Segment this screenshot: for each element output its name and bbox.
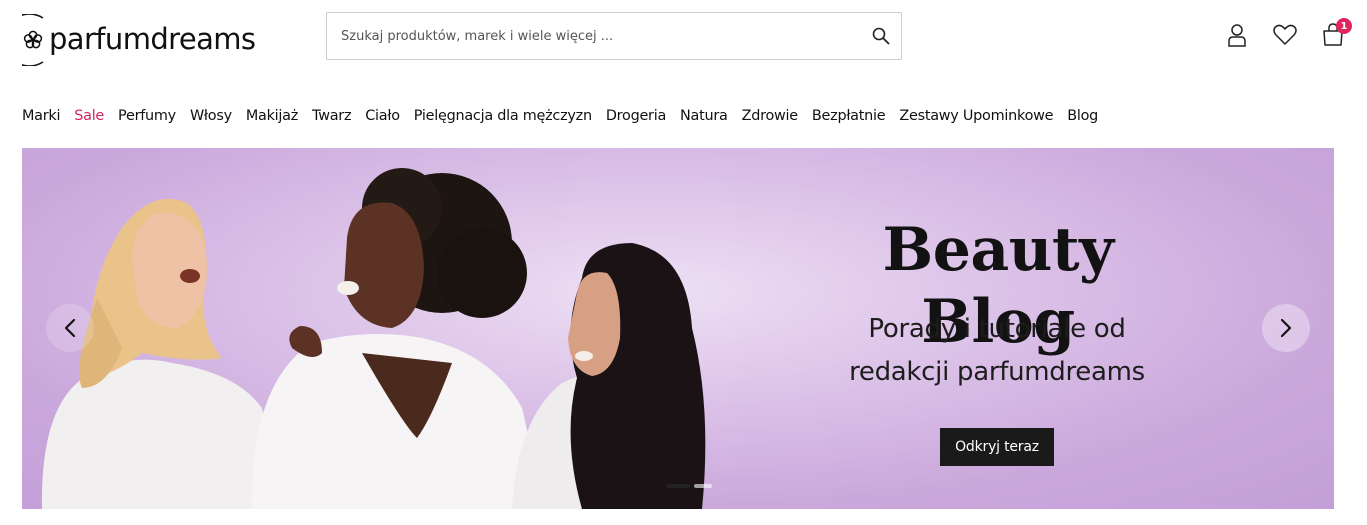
cart-button[interactable]: 1: [1321, 18, 1352, 48]
nav-item-pielegnacja-dla-mezczyzn[interactable]: Pielęgnacja dla mężczyzn: [414, 105, 592, 127]
nav-item-drogeria[interactable]: Drogeria: [606, 105, 666, 127]
carousel-prev-button[interactable]: [46, 304, 94, 352]
carousel-dot-1[interactable]: [666, 484, 690, 488]
carousel-next-button[interactable]: [1262, 304, 1310, 352]
cart-count-badge: 1: [1336, 18, 1352, 34]
nav-item-marki[interactable]: Marki: [22, 105, 60, 127]
hero-image-women: [41, 168, 706, 509]
carousel-indicators: [666, 484, 712, 488]
account-button[interactable]: [1225, 22, 1249, 48]
nav-item-cialo[interactable]: Ciało: [365, 105, 400, 127]
nav-item-bezplatnie[interactable]: Bezpłatnie: [812, 105, 886, 127]
search-button[interactable]: [869, 24, 893, 48]
flower-logo-icon: [22, 14, 44, 66]
nav-item-makijaz[interactable]: Makijaż: [246, 105, 298, 127]
nav-item-twarz[interactable]: Twarz: [312, 105, 351, 127]
nav-item-wlosy[interactable]: Włosy: [190, 105, 232, 127]
discover-now-button[interactable]: Odkryj teraz: [940, 428, 1054, 466]
logo[interactable]: parfumdreams: [22, 14, 256, 66]
chevron-left-icon: [64, 318, 76, 338]
logo-text: parfumdreams: [49, 21, 256, 56]
hero-subtitle-line-2: redakcji parfumdreams: [849, 357, 1145, 387]
carousel-dot-2[interactable]: [694, 484, 712, 488]
search-input[interactable]: [327, 13, 847, 59]
nav-item-sale[interactable]: Sale: [74, 105, 104, 127]
chevron-right-icon: [1280, 318, 1292, 338]
hero-subtitle: Porady i tutoriale od redakcji parfumdre…: [812, 308, 1182, 394]
hero-banner[interactable]: Beauty Blog Porady i tutoriale od redakc…: [22, 148, 1334, 509]
nav-item-zdrowie[interactable]: Zdrowie: [742, 105, 799, 127]
nav-item-blog[interactable]: Blog: [1067, 105, 1098, 127]
nav-item-zestawy-upominkowe[interactable]: Zestawy Upominkowe: [899, 105, 1053, 127]
header-icons: 1: [1225, 18, 1352, 48]
search-bar: [326, 12, 902, 60]
nav-item-natura[interactable]: Natura: [680, 105, 728, 127]
main-nav: Marki Sale Perfumy Włosy Makijaż Twarz C…: [22, 105, 1112, 127]
wishlist-button[interactable]: [1273, 22, 1297, 48]
search-icon: [872, 27, 890, 45]
user-icon: [1228, 24, 1246, 47]
heart-icon: [1273, 24, 1297, 45]
hero-subtitle-line-1: Porady i tutoriale od: [868, 314, 1126, 344]
nav-item-perfumy[interactable]: Perfumy: [118, 105, 176, 127]
